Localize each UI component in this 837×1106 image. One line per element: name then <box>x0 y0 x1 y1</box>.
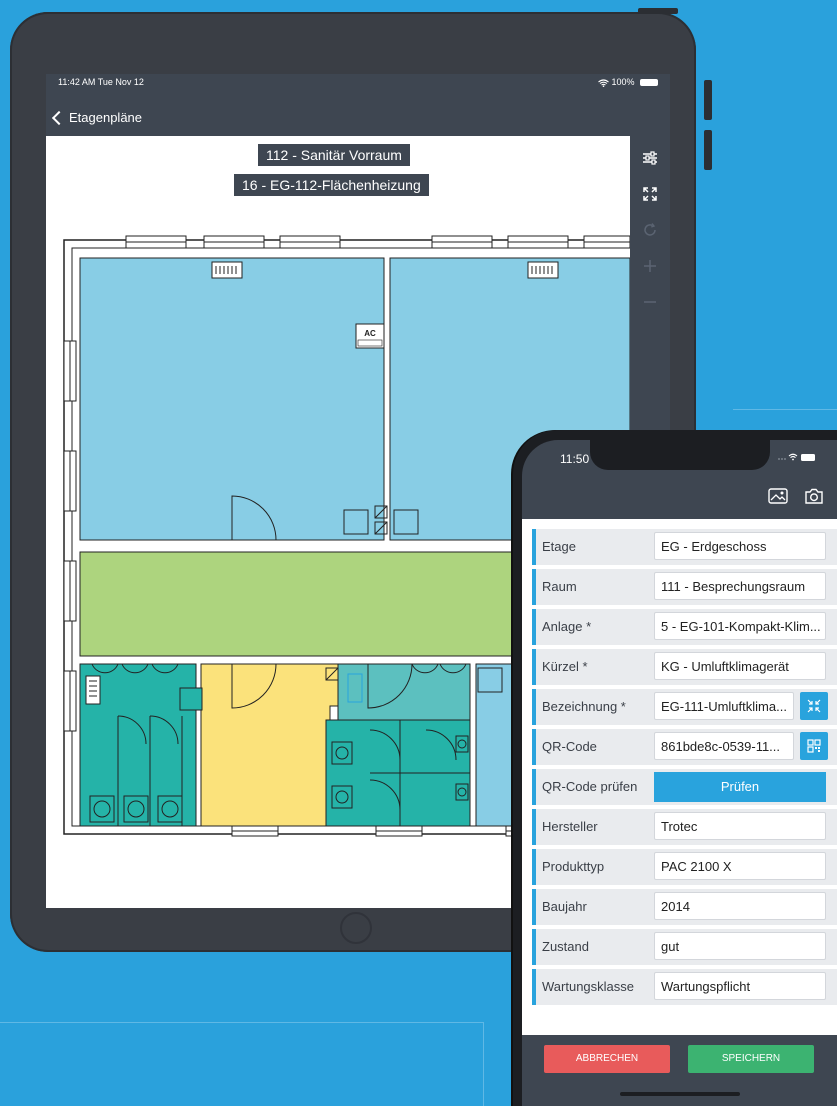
cancel-button[interactable]: ABBRECHEN <box>544 1045 670 1073</box>
field-label: QR-Code prüfen <box>542 779 638 794</box>
field-label: Zustand <box>542 939 589 954</box>
field-label: Anlage * <box>542 619 592 634</box>
device-label: 16 - EG-112-Flächenheizung <box>234 174 429 196</box>
battery-icon <box>640 79 658 87</box>
produkttyp-field[interactable]: PAC 2100 X <box>654 852 826 880</box>
field-label: Produkttyp <box>542 859 605 874</box>
form-row-wartungsklasse: Wartungsklasse Wartungspflicht <box>532 969 837 1005</box>
form-row-etage: Etage EG - Erdgeschoss <box>532 529 837 565</box>
room-yellow[interactable] <box>200 663 339 827</box>
save-button[interactable]: SPEICHERN <box>688 1045 814 1073</box>
back-button-label: Etagenpläne <box>69 110 143 125</box>
field-label: Wartungsklasse <box>542 979 634 994</box>
form-row-qr-pruefen: QR-Code prüfen Prüfen <box>532 769 837 805</box>
tablet-volume-up-button <box>704 80 712 120</box>
phone-device: 11:50 Etage EG - Erdgeschoss Raum 111 - … <box>513 430 837 1106</box>
sliders-icon[interactable] <box>638 146 662 170</box>
asset-form: Etage EG - Erdgeschoss Raum 111 - Bespre… <box>522 519 837 1035</box>
home-indicator <box>620 1092 740 1096</box>
refresh-icon[interactable] <box>638 218 662 242</box>
tablet-home-button <box>340 912 372 944</box>
anlage-field[interactable]: 5 - EG-101-Kompakt-Klim... <box>654 612 826 640</box>
hersteller-field[interactable]: Trotec <box>654 812 826 840</box>
zustand-field[interactable]: gut <box>654 932 826 960</box>
qr-code-field[interactable]: 861bde8c-0539-11... <box>654 732 794 760</box>
form-row-produkttyp: Produkttyp PAC 2100 X <box>532 849 837 885</box>
form-row-kuerzel: Kürzel * KG - Umluftklimagerät <box>532 649 837 685</box>
tablet-power-button <box>638 8 678 14</box>
chevron-left-icon <box>51 110 67 125</box>
etage-field[interactable]: EG - Erdgeschoss <box>654 532 826 560</box>
status-time: 11:42 AM Tue Nov 12 <box>58 77 144 87</box>
field-label: Hersteller <box>542 819 598 834</box>
phone-status-time: 11:50 <box>560 452 590 466</box>
wartungsklasse-field[interactable]: Wartungspflicht <box>654 972 826 1000</box>
background-line <box>733 409 837 410</box>
phone-status-icons <box>777 452 817 465</box>
qr-code-icon <box>807 739 821 753</box>
generate-name-button[interactable] <box>800 692 828 720</box>
fullscreen-icon[interactable] <box>638 182 662 206</box>
kuerzel-field[interactable]: KG - Umluftklimagerät <box>654 652 826 680</box>
form-row-zustand: Zustand gut <box>532 929 837 965</box>
scan-qr-button[interactable] <box>800 732 828 760</box>
battery-percent: 100% <box>611 77 635 87</box>
zoom-in-icon[interactable] <box>638 254 662 278</box>
field-label: Baujahr <box>542 899 587 914</box>
raum-field[interactable]: 111 - Besprechungsraum <box>654 572 826 600</box>
phone-screen: 11:50 Etage EG - Erdgeschoss Raum 111 - … <box>522 440 837 1106</box>
bezeichnung-field[interactable]: EG-111-Umluftklima... <box>654 692 794 720</box>
form-row-anlage: Anlage * 5 - EG-101-Kompakt-Klim... <box>532 609 837 645</box>
camera-icon[interactable] <box>804 488 826 506</box>
field-label: Etage <box>542 539 576 554</box>
compress-icon <box>807 699 821 713</box>
zoom-out-icon[interactable] <box>638 290 662 314</box>
navigation-bar: Etagenpläne <box>46 92 670 136</box>
form-row-hersteller: Hersteller Trotec <box>532 809 837 845</box>
back-button[interactable]: Etagenpläne <box>51 110 143 125</box>
field-label: Raum <box>542 579 577 594</box>
form-row-raum: Raum 111 - Besprechungsraum <box>532 569 837 605</box>
phone-notch <box>590 440 770 470</box>
ac-unit[interactable]: AC <box>355 323 385 349</box>
field-label: QR-Code <box>542 739 597 754</box>
verify-qr-button[interactable]: Prüfen <box>654 772 826 802</box>
status-bar: 11:42 AM Tue Nov 12 100% <box>46 74 670 92</box>
background-line <box>483 1022 484 1106</box>
field-label: Kürzel * <box>542 659 588 674</box>
room-label: 112 - Sanitär Vorraum <box>258 144 410 166</box>
field-label: Bezeichnung * <box>542 699 626 714</box>
ac-label: AC <box>364 329 376 338</box>
form-row-bezeichnung: Bezeichnung * EG-111-Umluftklima... <box>532 689 837 725</box>
form-row-baujahr: Baujahr 2014 <box>532 889 837 925</box>
image-icon[interactable] <box>768 488 790 506</box>
baujahr-field[interactable]: 2014 <box>654 892 826 920</box>
form-row-qr-code: QR-Code 861bde8c-0539-11... <box>532 729 837 765</box>
tablet-volume-down-button <box>704 130 712 170</box>
wifi-icon <box>598 77 612 87</box>
status-battery: 100% <box>598 77 658 87</box>
background-line <box>0 1022 483 1023</box>
